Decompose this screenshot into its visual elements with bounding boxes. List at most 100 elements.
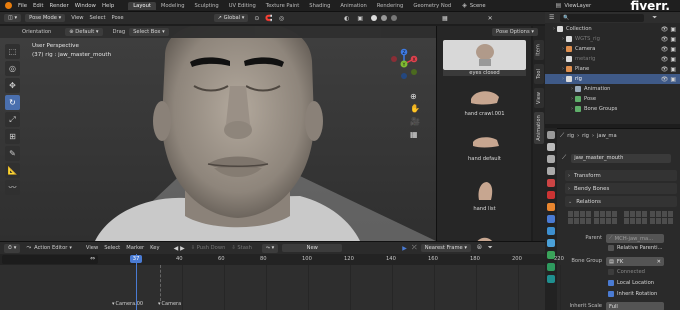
view-layer-tab-icon[interactable]: [547, 167, 555, 175]
blender-logo-icon[interactable]: [5, 2, 12, 9]
expand-arrow-icon[interactable]: ›: [571, 96, 573, 102]
visibility-icon[interactable]: 👁 ▣: [661, 56, 676, 63]
perspective-toggle-icon[interactable]: ▦: [410, 130, 418, 139]
outliner-item[interactable]: › metarig 👁 ▣: [545, 54, 680, 64]
action-browse-dropdown[interactable]: ⤳ ▾: [261, 243, 279, 253]
proportional-icon[interactable]: ◎: [279, 15, 284, 22]
rotate-icon[interactable]: ↻: [5, 95, 20, 110]
move-icon[interactable]: ✥: [5, 78, 20, 93]
expand-arrow-icon[interactable]: ›: [571, 106, 573, 112]
mode-dropdown[interactable]: Pose Mode ▾: [25, 14, 66, 22]
asset-item[interactable]: hand default: [443, 126, 526, 162]
snapping-dropdown[interactable]: Nearest Frame ▾: [420, 244, 471, 252]
stash-button[interactable]: ⇩ Stash: [231, 245, 252, 251]
world-tab-icon[interactable]: [547, 191, 555, 199]
inherit-scale-dropdown[interactable]: Full: [606, 302, 664, 310]
menu-file[interactable]: File: [18, 3, 27, 9]
menu-select[interactable]: Select: [90, 15, 106, 21]
constraint-tab-icon[interactable]: [547, 239, 555, 247]
physics-tab-icon[interactable]: [547, 227, 555, 235]
scene-tab-icon[interactable]: [547, 179, 555, 187]
relax-icon[interactable]: 〰: [5, 180, 20, 195]
outliner-item[interactable]: › Plane 👁 ▣: [545, 64, 680, 74]
visibility-icon[interactable]: 👁 ▣: [661, 76, 676, 83]
bone-group-field[interactable]: ▤ FK ✕: [606, 257, 664, 266]
visibility-icon[interactable]: 👁 ▣: [661, 46, 676, 53]
current-frame-indicator[interactable]: 37: [130, 255, 142, 263]
expand-arrow-icon[interactable]: ›: [562, 36, 564, 42]
output-tab-icon[interactable]: [547, 155, 555, 163]
editor-type-button[interactable]: ◫ ▾: [4, 14, 22, 22]
editor-mode-dropdown[interactable]: Action Editor: [34, 245, 67, 251]
workspace-tab[interactable]: Shading: [304, 2, 335, 10]
view-layer-icon[interactable]: ▤: [556, 2, 562, 9]
tab-tool[interactable]: Tool: [534, 64, 544, 84]
overlay-icon[interactable]: ◐: [344, 15, 349, 22]
outliner-item[interactable]: › rig 👁 ▣: [545, 74, 680, 84]
collapse-icon[interactable]: ⇔: [90, 255, 95, 262]
menu-select[interactable]: Select: [104, 245, 120, 251]
cursor-icon[interactable]: ◎: [5, 61, 20, 76]
display-mode-icon[interactable]: ☰: [549, 14, 554, 21]
workspace-tab[interactable]: Texture Paint: [261, 2, 304, 10]
outliner-item[interactable]: › WGTS_rig 👁 ▣: [545, 34, 680, 44]
inherit-rotation-checkbox[interactable]: Inherit Rotation: [608, 291, 657, 297]
menu-edit[interactable]: Edit: [33, 3, 43, 9]
transform-icon[interactable]: ⊞: [5, 129, 20, 144]
shading-solid-icon[interactable]: [371, 15, 378, 21]
navigation-gizmo[interactable]: Y X Z: [386, 46, 422, 82]
pivot-icon[interactable]: ⊙: [254, 15, 259, 22]
orientation-dropdown[interactable]: ⊕ Default ▾: [65, 28, 103, 36]
marker[interactable]: ▾ Camera: [158, 301, 181, 307]
keyframe-area[interactable]: [0, 265, 545, 310]
expand-arrow-icon[interactable]: ›: [562, 46, 564, 52]
scene-name[interactable]: Scene: [470, 3, 486, 9]
bone-name-field[interactable]: jaw_master_mouth: [571, 153, 672, 163]
scene-icon[interactable]: ◈: [462, 2, 467, 9]
menu-pose[interactable]: Pose: [112, 15, 124, 21]
view-layer-name[interactable]: ViewLayer: [564, 3, 591, 9]
tool-tab-icon[interactable]: [547, 131, 555, 139]
expand-arrow-icon[interactable]: ›: [562, 56, 564, 62]
object-tab-icon[interactable]: [547, 203, 555, 211]
pose-options-dropdown[interactable]: Pose Options ▾: [492, 28, 538, 36]
proportional-edit-icon[interactable]: ⦾: [477, 244, 482, 252]
drag-dropdown[interactable]: Select Box ▾: [129, 28, 169, 36]
workspace-tab[interactable]: Layout: [128, 1, 156, 10]
asset-item[interactable]: hand list: [443, 176, 526, 212]
clear-icon[interactable]: ✕: [657, 259, 661, 265]
visibility-icon[interactable]: 👁 ▣: [661, 36, 676, 43]
camera-view-icon[interactable]: 🎥: [410, 117, 420, 126]
marker[interactable]: ▾ Camera.00: [112, 301, 143, 307]
push-down-button[interactable]: ⇩ Push Down: [191, 245, 226, 251]
tab-animation[interactable]: Animation: [534, 112, 544, 144]
outliner-item[interactable]: › Bone Groups: [545, 104, 680, 114]
filter-icon[interactable]: ⏷: [488, 244, 493, 252]
snapping-icon[interactable]: ▶: [402, 245, 407, 252]
relations-panel[interactable]: ⌄ Relations: [565, 196, 677, 207]
editor-type-button[interactable]: ⏱ ▾: [4, 243, 21, 253]
local-location-checkbox[interactable]: Local Location: [608, 280, 654, 286]
workspace-tab[interactable]: Modeling: [156, 2, 190, 10]
outliner-item[interactable]: › Animation: [545, 84, 680, 94]
bendy-bones-panel[interactable]: › Bendy Bones: [565, 183, 677, 194]
close-icon[interactable]: ✕: [488, 15, 493, 22]
outliner-item[interactable]: › Collection 👁 ▣: [545, 24, 680, 34]
measure-icon[interactable]: 📐: [5, 163, 20, 178]
filter-icon[interactable]: ⏷: [652, 14, 657, 22]
workspace-tab[interactable]: Geometry Nod: [408, 2, 456, 10]
expand-arrow-icon[interactable]: ›: [562, 66, 564, 72]
visibility-icon[interactable]: 👁 ▣: [661, 26, 676, 33]
3d-viewport[interactable]: User Perspective (37) rig : jaw_master_m…: [0, 26, 436, 241]
asset-item[interactable]: hand crawl.001: [443, 81, 526, 117]
zoom-icon[interactable]: ⊕: [410, 92, 417, 101]
render-tab-icon[interactable]: [547, 143, 555, 151]
tab-view[interactable]: View: [534, 88, 544, 108]
connected-checkbox[interactable]: Connected: [608, 269, 645, 275]
select-box-icon[interactable]: ⬚: [5, 44, 20, 59]
asset-item[interactable]: eyes closed: [443, 40, 526, 76]
new-action-button[interactable]: New: [282, 244, 343, 252]
asset-library-icon[interactable]: ▦: [442, 15, 448, 22]
modifier-tab-icon[interactable]: [547, 215, 555, 223]
transform-panel[interactable]: › Transform: [565, 170, 677, 181]
